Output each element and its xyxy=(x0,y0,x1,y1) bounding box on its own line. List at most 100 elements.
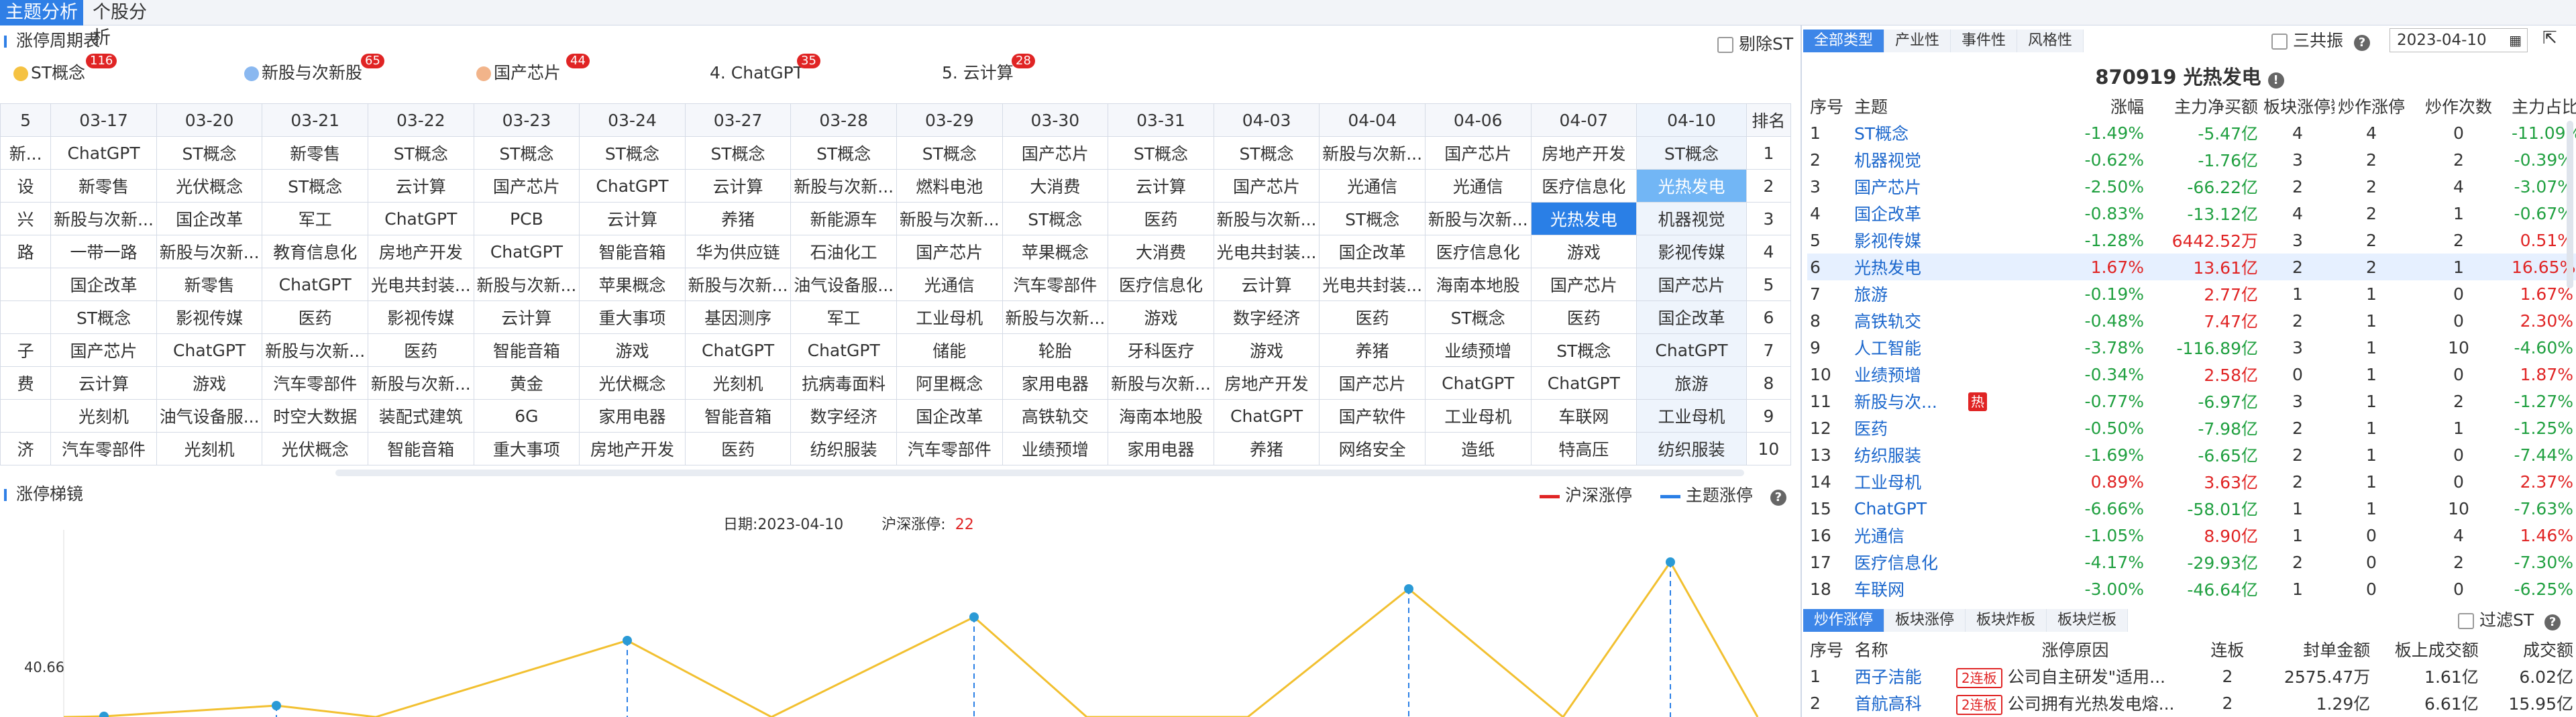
theme-cell[interactable]: ChatGPT xyxy=(684,333,792,367)
theme-cell[interactable]: 海南本地股 xyxy=(1108,399,1214,433)
theme-cell[interactable]: 国企改革 xyxy=(1636,300,1747,334)
theme-cell[interactable]: 兴 xyxy=(0,202,52,235)
table-row[interactable]: 7 旅游 -0.19% 2.77亿 1 1 0 1.67% xyxy=(1807,280,2576,307)
theme-cell[interactable]: 智能音箱 xyxy=(368,432,474,465)
theme-cell[interactable]: 汽车零部件 xyxy=(50,432,157,465)
theme-cell[interactable]: 医药 xyxy=(1108,202,1214,235)
theme-cell[interactable]: 费 xyxy=(0,366,52,400)
theme-cell[interactable]: 汽车零部件 xyxy=(262,366,369,400)
theme-cell[interactable]: 游戏 xyxy=(579,333,686,367)
help-icon[interactable]: ? xyxy=(2353,35,2370,51)
date-header[interactable]: 04-07 xyxy=(1530,103,1638,137)
theme-cell[interactable]: 造纸 xyxy=(1424,432,1532,465)
theme-cell[interactable]: ChatGPT xyxy=(368,202,474,235)
tab-sector-limit[interactable]: 板块涨停 xyxy=(1884,609,1966,632)
cell-name[interactable]: 光通信 xyxy=(1851,522,1966,549)
cell-name[interactable]: 车联网 xyxy=(1851,575,1966,602)
theme-cell[interactable]: ChatGPT xyxy=(473,235,580,268)
filter-st-checkbox[interactable] xyxy=(2458,613,2474,629)
date-header[interactable]: 04-03 xyxy=(1213,103,1320,137)
data-point[interactable] xyxy=(623,636,632,645)
column-header[interactable]: 板上成交额 xyxy=(2373,636,2481,663)
column-header[interactable]: 成交额 xyxy=(2481,636,2576,663)
theme-cell[interactable]: 国产软件 xyxy=(1319,399,1426,433)
column-header[interactable]: 涨幅 xyxy=(2039,93,2147,119)
theme-cell[interactable]: 光热发电 xyxy=(1530,202,1638,235)
theme-cell[interactable]: 光伏概念 xyxy=(579,366,686,400)
theme-cell[interactable]: ChatGPT xyxy=(262,268,369,301)
theme-cell[interactable]: 济 xyxy=(0,432,52,465)
theme-cell[interactable]: ChatGPT xyxy=(1213,399,1320,433)
theme-cell[interactable]: 军工 xyxy=(790,300,897,334)
theme-cell[interactable]: 智能音箱 xyxy=(684,399,792,433)
date-header[interactable]: 03-22 xyxy=(368,103,474,137)
cell-name[interactable]: 纺织服装 xyxy=(1851,441,1966,468)
theme-chip-5[interactable]: 5. 云计算 28 xyxy=(942,54,1035,85)
tab-sector-burst[interactable]: 板块炸板 xyxy=(1966,609,2047,632)
theme-cell[interactable]: 游戏 xyxy=(1213,333,1320,367)
theme-cell[interactable]: 医药 xyxy=(1319,300,1426,334)
theme-cell[interactable]: 高铁轨交 xyxy=(1002,399,1109,433)
info-icon[interactable]: ! xyxy=(2267,72,2284,89)
theme-cell[interactable]: 油气设备服... xyxy=(156,399,263,433)
theme-cell[interactable]: 云计算 xyxy=(50,366,157,400)
theme-cell[interactable]: 游戏 xyxy=(1108,300,1214,334)
theme-cell[interactable]: 机器视觉 xyxy=(1636,202,1747,235)
cell-name[interactable]: 旅游 xyxy=(1851,280,1966,307)
help-icon[interactable]: ? xyxy=(2544,614,2561,630)
table-row[interactable]: 4 国企改革 -0.83% -13.12亿 4 2 1 -0.67% xyxy=(1807,200,2576,227)
theme-cell[interactable]: 新股与次新... xyxy=(1213,202,1320,235)
theme-cell[interactable]: 抗病毒面料 xyxy=(790,366,897,400)
theme-cell[interactable]: ChatGPT xyxy=(579,169,686,203)
theme-cell[interactable]: 游戏 xyxy=(1530,235,1638,268)
cell-name[interactable]: 影视传媒 xyxy=(1851,227,1966,254)
cell-name[interactable]: 光热发电 xyxy=(1851,254,1966,280)
theme-cell[interactable]: 光刻机 xyxy=(156,432,263,465)
theme-cell[interactable]: 工业母机 xyxy=(1636,399,1747,433)
theme-cell[interactable]: ST概念 xyxy=(1636,136,1747,170)
table-row[interactable]: 18 车联网 -3.00% -46.64亿 1 0 0 -6.25% xyxy=(1807,575,2576,602)
column-header[interactable]: 名称 xyxy=(1852,636,1953,663)
cell-name[interactable]: 人工智能 xyxy=(1851,334,1966,361)
theme-cell[interactable]: 医疗信息化 xyxy=(1530,169,1638,203)
table-row[interactable]: 17 医疗信息化 -4.17% -29.93亿 2 0 2 -7.30% xyxy=(1807,549,2576,575)
theme-cell[interactable]: 家用电器 xyxy=(1108,432,1214,465)
theme-cell[interactable]: 新零售 xyxy=(156,268,263,301)
theme-cell[interactable]: 国企改革 xyxy=(50,268,157,301)
data-point[interactable] xyxy=(1666,557,1675,567)
column-header[interactable]: 连板 xyxy=(2197,636,2258,663)
theme-cell[interactable]: 油气设备服... xyxy=(790,268,897,301)
theme-cell[interactable]: 苹果概念 xyxy=(1002,235,1109,268)
theme-cell[interactable]: 新... xyxy=(0,136,52,170)
tab-industry[interactable]: 产业性 xyxy=(1884,30,1951,52)
theme-cell[interactable]: ChatGPT xyxy=(1636,333,1747,367)
theme-cell[interactable]: 云计算 xyxy=(579,202,686,235)
theme-cell[interactable]: ChatGPT xyxy=(50,136,157,170)
sangong-toggle[interactable]: 三共振 ? xyxy=(2271,31,2370,51)
theme-cell[interactable]: ChatGPT xyxy=(1530,366,1638,400)
column-header[interactable]: 序号 xyxy=(1807,636,1852,663)
cell-name[interactable]: 医药 xyxy=(1851,415,1966,441)
theme-cell[interactable]: 房地产开发 xyxy=(1530,136,1638,170)
theme-cell[interactable]: 军工 xyxy=(262,202,369,235)
table-row[interactable]: 10 业绩预增 -0.34% 2.58亿 0 1 0 1.87% xyxy=(1807,361,2576,388)
theme-cell[interactable]: ST概念 xyxy=(684,136,792,170)
cell-name[interactable]: 工业母机 xyxy=(1851,468,1966,495)
theme-cell[interactable]: ST概念 xyxy=(262,169,369,203)
date-header[interactable]: 03-27 xyxy=(684,103,792,137)
date-header[interactable]: 03-29 xyxy=(896,103,1003,137)
tab-hype-limit[interactable]: 炒作涨停 xyxy=(1803,609,1885,632)
date-header[interactable]: 04-04 xyxy=(1319,103,1426,137)
theme-cell[interactable]: 国产芯片 xyxy=(896,235,1003,268)
theme-cell[interactable]: 6G xyxy=(473,399,580,433)
theme-cell[interactable]: 云计算 xyxy=(473,300,580,334)
theme-cell[interactable]: 影视传媒 xyxy=(156,300,263,334)
column-header[interactable]: 封单金额 xyxy=(2258,636,2373,663)
theme-cell[interactable]: 旅游 xyxy=(1636,366,1747,400)
cell-name[interactable]: ChatGPT xyxy=(1851,495,1966,522)
date-header[interactable]: 03-20 xyxy=(156,103,263,137)
theme-cell[interactable]: 光热发电 xyxy=(1636,169,1747,203)
theme-cell[interactable]: 海南本地股 xyxy=(1424,268,1532,301)
table-row[interactable]: 14 工业母机 0.89% 3.63亿 2 1 0 2.37% xyxy=(1807,468,2576,495)
calendar-icon[interactable]: ▦ xyxy=(2509,29,2522,52)
